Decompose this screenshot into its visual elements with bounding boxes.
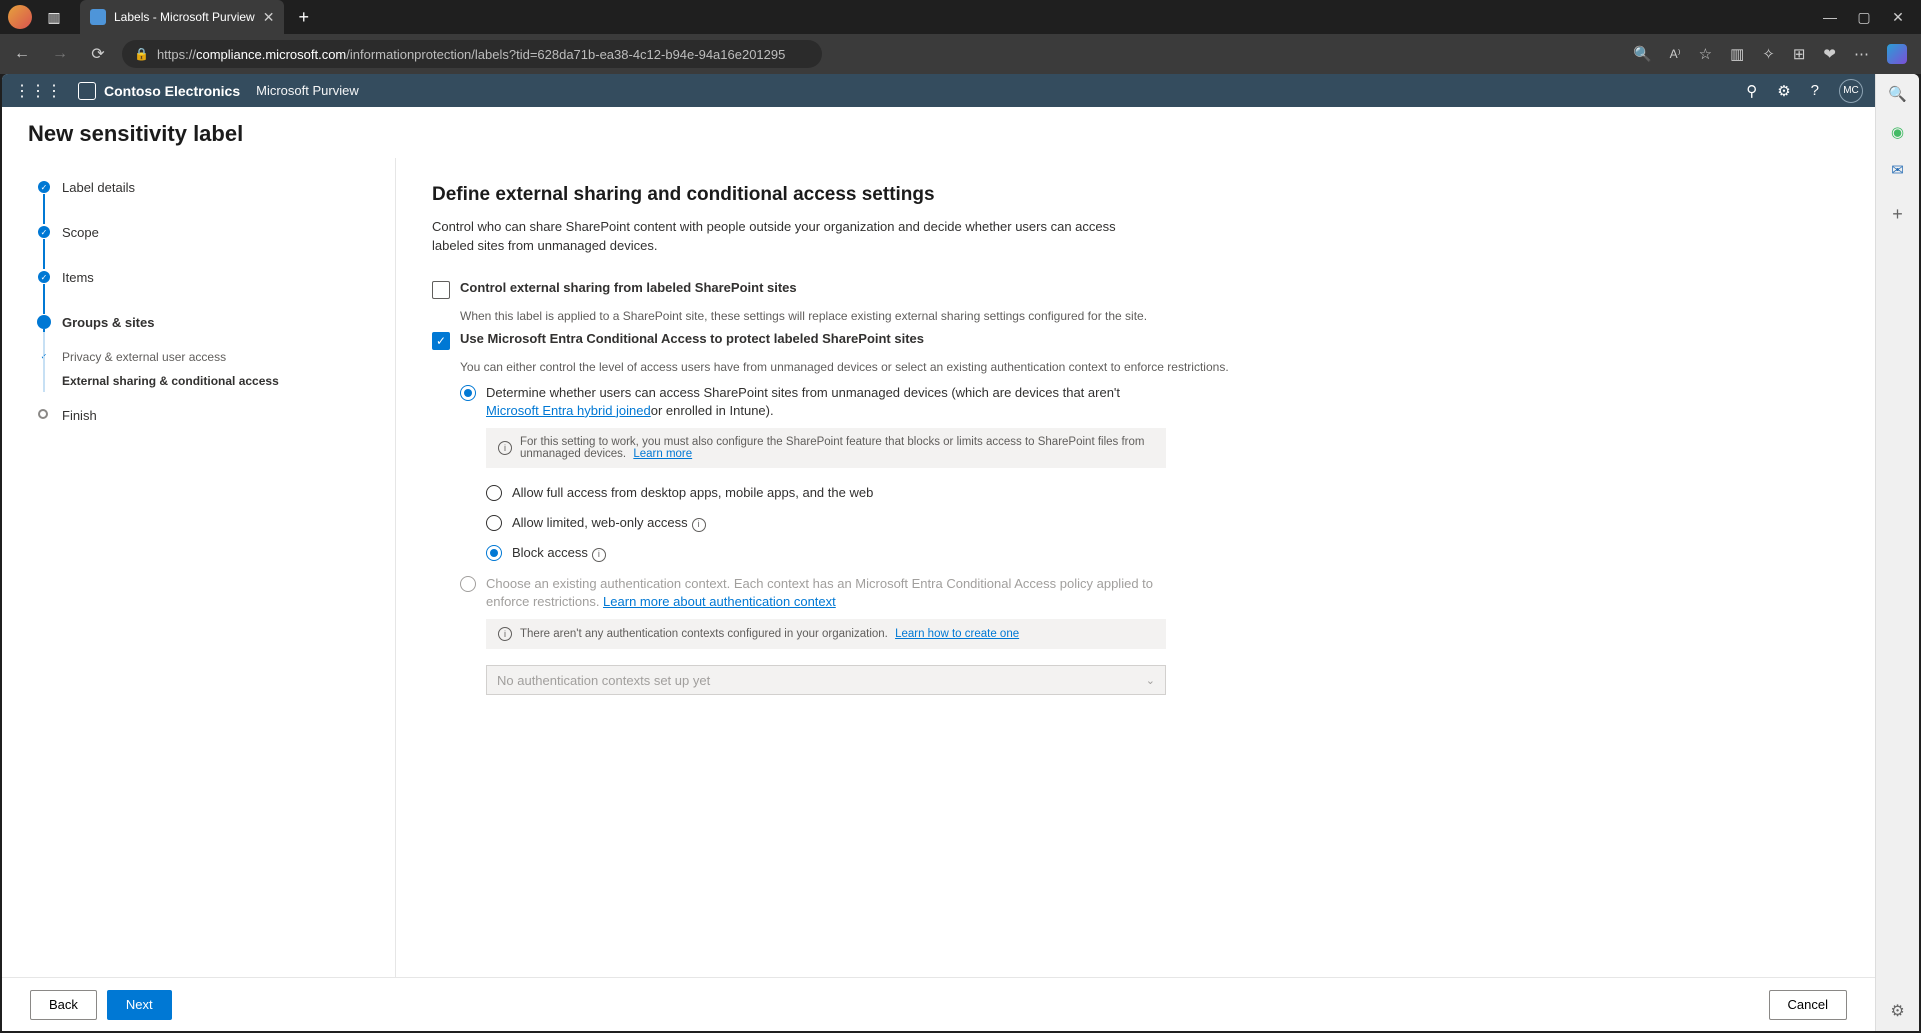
next-button[interactable]: Next [107,990,172,1020]
favorite-icon[interactable]: ☆ [1699,45,1712,63]
checkbox-conditional-access[interactable]: Use Microsoft Entra Conditional Access t… [432,331,1835,350]
window-close-icon[interactable]: ✕ [1891,10,1905,24]
wizard-footer: Back Next Cancel [2,977,1875,1031]
brand-icon [78,82,96,100]
tab-close-icon[interactable]: ✕ [263,9,275,26]
suite-header: ⋮⋮⋮ Contoso Electronics Microsoft Purvie… [2,74,1875,107]
chevron-down-icon: ⌄ [1146,674,1155,687]
dropdown-placeholder: No authentication contexts set up yet [497,673,710,688]
content-heading: Define external sharing and conditional … [432,184,1835,206]
app-launcher-icon[interactable]: ⋮⋮⋮ [14,81,62,101]
collections-icon[interactable]: ⊞ [1793,45,1806,63]
checkbox-external-sharing[interactable]: Control external sharing from labeled Sh… [432,280,1835,299]
info-icon: i [498,441,512,455]
step-label-details[interactable]: Label details [38,180,375,195]
sidebar-add-icon[interactable]: + [1892,204,1903,225]
checkbox-label: Use Microsoft Entra Conditional Access t… [460,331,924,346]
info-icon: i [498,627,512,641]
url-path: /informationprotection/labels?tid=628da7… [346,47,785,62]
share-icon[interactable]: ⚲ [1746,82,1757,100]
avatar[interactable]: MC [1839,79,1863,103]
radio-label: Determine whether users can access Share… [486,384,1160,420]
favorites-bar-icon[interactable]: ✧ [1762,45,1775,63]
substep-privacy[interactable]: ✓Privacy & external user access [38,350,375,364]
entra-hybrid-link[interactable]: Microsoft Entra hybrid joined [486,403,651,418]
step-scope[interactable]: Scope [38,225,375,240]
browser-tab-title: Labels - Microsoft Purview [114,10,255,24]
radio-icon[interactable] [486,545,502,561]
browser-addressbar: ← → ⟳ 🔒 https://compliance.microsoft.com… [0,34,1921,74]
sidebar-settings-icon[interactable]: ⚙ [1890,1001,1904,1021]
sidebar-copilot-icon[interactable]: ◉ [1888,122,1908,142]
info-banner-sharepoint: i For this setting to work, you must als… [486,428,1166,468]
checkbox-icon[interactable] [432,281,450,299]
info-icon[interactable]: i [592,548,606,562]
url-host: compliance.microsoft.com [196,47,346,62]
sidebar-search-icon[interactable]: 🔍 [1888,84,1908,104]
content-description: Control who can share SharePoint content… [432,218,1132,256]
edge-sidebar: 🔍 ◉ ✉ + ⚙ [1875,74,1919,1031]
content-area: Define external sharing and conditional … [396,158,1875,977]
more-icon[interactable]: ⋯ [1854,45,1869,63]
auth-context-dropdown: No authentication contexts set up yet ⌄ [486,665,1166,695]
radio-unmanaged-devices[interactable]: Determine whether users can access Share… [460,384,1160,420]
info-banner-auth-context: i There aren't any authentication contex… [486,619,1166,649]
new-tab-button[interactable]: + [298,7,309,28]
browser-titlebar: ▥ Labels - Microsoft Purview ✕ + — ▢ ✕ [0,0,1921,34]
radio-label: Choose an existing authentication contex… [486,575,1160,611]
copilot-icon[interactable] [1887,44,1907,64]
radio-label: Allow limited, web-only accessi [512,514,706,532]
radio-icon[interactable] [460,385,476,401]
radio-icon [460,576,476,592]
tab-actions-icon[interactable]: ▥ [42,5,66,29]
nav-refresh-icon[interactable]: ⟳ [84,44,112,64]
radio-icon[interactable] [486,515,502,531]
learn-more-link[interactable]: Learn more [633,448,692,460]
settings-gear-icon[interactable]: ⚙ [1777,82,1790,100]
back-button[interactable]: Back [30,990,97,1020]
checkbox-help: When this label is applied to a SharePoi… [460,309,1835,323]
read-aloud-icon[interactable]: A⁾ [1670,47,1681,61]
org-name: Contoso Electronics [104,83,240,99]
info-icon[interactable]: i [692,518,706,532]
product-name[interactable]: Microsoft Purview [256,83,359,98]
help-icon[interactable]: ? [1811,82,1819,99]
nav-forward-icon: → [46,45,74,63]
nav-back-icon[interactable]: ← [8,45,36,63]
url-input[interactable]: 🔒 https://compliance.microsoft.com/infor… [122,40,822,68]
extensions-icon[interactable]: ❤ [1823,45,1836,63]
collections-split-icon[interactable]: ▥ [1730,45,1744,63]
auth-context-link[interactable]: Learn more about authentication context [603,594,836,609]
step-items[interactable]: Items [38,270,375,285]
page-title: New sensitivity label [2,107,1875,158]
radio-limited-access[interactable]: Allow limited, web-only accessi [486,514,1835,532]
lock-icon: 🔒 [134,47,149,61]
browser-tab[interactable]: Labels - Microsoft Purview ✕ [80,0,284,34]
radio-label: Allow full access from desktop apps, mob… [512,484,873,502]
checkbox-icon[interactable] [432,332,450,350]
cancel-button[interactable]: Cancel [1769,990,1847,1020]
checkbox-label: Control external sharing from labeled Sh… [460,280,797,295]
url-scheme: https:// [157,47,196,62]
window-minimize-icon[interactable]: — [1823,10,1837,24]
sidebar-outlook-icon[interactable]: ✉ [1888,160,1908,180]
org-brand[interactable]: Contoso Electronics [78,82,240,100]
step-groups-sites[interactable]: Groups & sites [38,315,375,330]
radio-label: Block accessi [512,544,606,562]
zoom-icon[interactable]: 🔍 [1633,45,1652,63]
substep-external-sharing[interactable]: External sharing & conditional access [38,374,375,388]
checkbox-help: You can either control the level of acce… [460,360,1835,374]
browser-profile-icon[interactable] [8,5,32,29]
window-maximize-icon[interactable]: ▢ [1857,10,1871,24]
learn-create-link[interactable]: Learn how to create one [895,628,1019,640]
radio-block-access[interactable]: Block accessi [486,544,1835,562]
purview-favicon-icon [90,9,106,25]
step-finish[interactable]: Finish [38,408,375,423]
radio-full-access[interactable]: Allow full access from desktop apps, mob… [486,484,1835,502]
radio-auth-context: Choose an existing authentication contex… [460,575,1160,611]
wizard-nav: Label details Scope Items Groups & sites… [2,158,396,977]
radio-icon[interactable] [486,485,502,501]
